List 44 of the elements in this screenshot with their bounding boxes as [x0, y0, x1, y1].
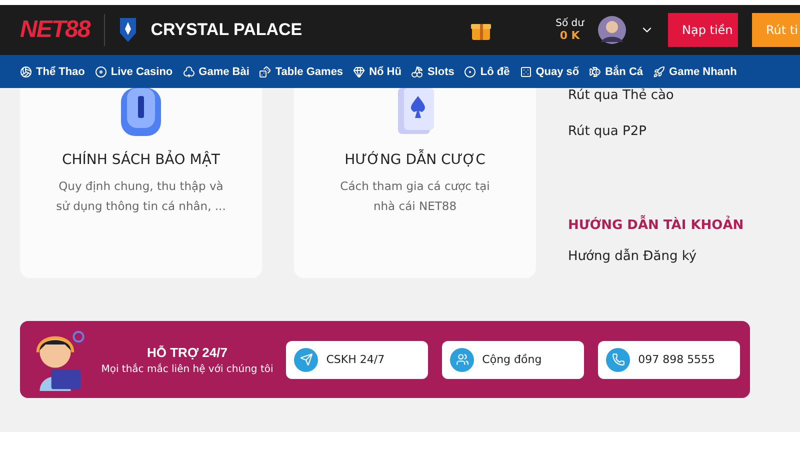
card-description: Quy định chung, thu thập và sử dụng thông tin cá nhân, ...	[56, 178, 226, 215]
deposit-button[interactable]: Nạp tiền	[668, 13, 738, 47]
send-icon	[294, 348, 318, 372]
nav-item[interactable]: Game Nhanh	[653, 66, 737, 78]
avatar[interactable]	[598, 16, 626, 44]
card-title: CHÍNH SÁCH BẢO MẬT	[62, 152, 220, 168]
nav-item[interactable]: Game Bài	[182, 66, 250, 78]
menu-link[interactable]: Hướng dẫn Đăng ký	[568, 249, 697, 286]
shield-icon	[118, 17, 137, 43]
nav-item[interactable]: Table Games	[259, 66, 344, 78]
nav-item[interactable]: Slots	[411, 66, 454, 78]
nav-icon	[589, 66, 602, 78]
info-card[interactable]: CHÍNH SÁCH BẢO MẬT Quy định chung, thu thập và sử dụng thông tin cá nhân, ...	[20, 88, 262, 278]
nav-icon	[259, 66, 272, 78]
nav-icon	[520, 66, 532, 78]
logo[interactable]: NET88	[20, 16, 90, 44]
nav-icon	[411, 66, 424, 78]
nav-item[interactable]: Nổ Hũ	[353, 66, 402, 78]
contact-button[interactable]: 097 898 5555	[598, 340, 740, 378]
info-card[interactable]: HƯỚNG DẪN CƯỢC Cách tham gia cá cược tại nhà cái NET88	[294, 88, 536, 278]
balance-value: 0 K	[560, 29, 580, 42]
nav-item[interactable]: Quay số	[520, 66, 580, 78]
balance-label: Số dư	[556, 18, 584, 29]
card-description: Cách tham gia cá cược tại nhà cái NET88	[339, 178, 491, 215]
support-subtitle: Mọi thắc mắc liên hệ với chúng tôi	[101, 364, 274, 374]
nav-icon	[464, 66, 476, 78]
users-icon	[450, 348, 474, 372]
nav-icon	[182, 66, 195, 78]
nav-item[interactable]: Live Casino	[94, 66, 173, 78]
nav-icon	[94, 66, 107, 78]
nav-item[interactable]: Bắn Cá	[589, 66, 644, 78]
nav-item[interactable]: Lô đề	[464, 66, 510, 78]
menu-link[interactable]: Rút qua Thẻ cào	[568, 88, 674, 124]
contact-button[interactable]: CSKH 24/7	[286, 340, 428, 378]
menu-link[interactable]: Rút qua P2P	[568, 124, 646, 160]
support-title: HỖ TRỢ 24/7	[147, 344, 228, 360]
club-name: CRYSTAL PALACE	[150, 20, 302, 40]
contact-button[interactable]: Cộng đồng	[442, 340, 584, 378]
phone-icon	[606, 348, 630, 372]
nav-item[interactable]: Thể Thao	[20, 66, 85, 78]
nav-icon	[653, 66, 666, 78]
nav-icon	[20, 66, 32, 78]
section-heading: HƯỚNG DẪN TÀI KHOẢN	[568, 218, 744, 250]
nav-icon	[353, 66, 366, 78]
